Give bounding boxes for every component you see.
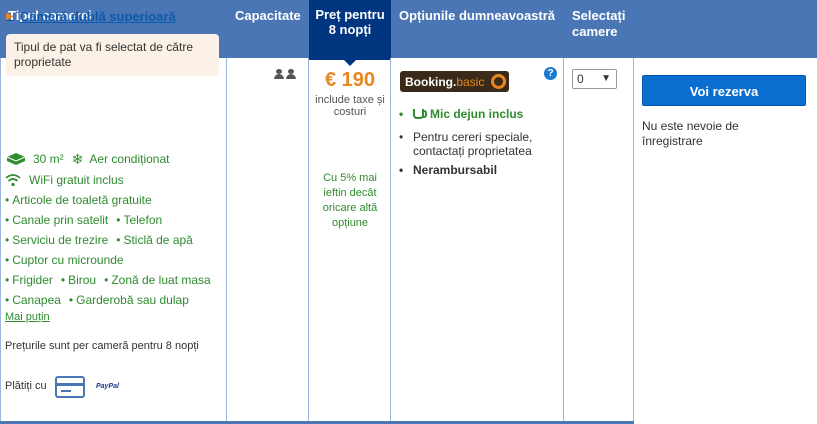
price-includes-note: include taxe și costuri <box>315 94 385 118</box>
air-conditioning-text: Aer condiționat <box>89 152 170 166</box>
header-price-label: Preț pentru 8 nopți <box>315 7 385 37</box>
col-select <box>564 58 634 424</box>
room-title-text[interactable]: Cameră dublă superioară <box>20 9 176 24</box>
header-capacity-label: Capacitate <box>235 8 301 23</box>
basic-badge-text: basic <box>456 74 485 89</box>
facility-item: Birou <box>61 270 96 290</box>
non-refundable-text: Nerambursabil <box>413 163 498 177</box>
pay-with-label: Plătiți cu <box>5 380 47 392</box>
paypal-logo-text: PayPal <box>96 383 119 390</box>
reserve-button[interactable]: Voi rezerva <box>642 75 806 106</box>
chevron-down-icon: ▼ <box>601 73 611 84</box>
header-blank <box>634 0 817 58</box>
facility-row: Serviciu de trezire Sticlă de apă <box>5 230 193 250</box>
header-capacity: Capacitate <box>227 0 309 58</box>
room-size-icon <box>6 153 26 165</box>
col-capacity <box>227 58 309 424</box>
person-icon <box>286 69 296 79</box>
booking-basic-badge: Booking. basic <box>400 71 509 92</box>
snowflake-icon: ❄ <box>71 151 84 167</box>
facility-item: Garderobă sau dulap <box>69 290 189 310</box>
room-size: 30 m² <box>5 149 64 169</box>
facility-item: Canale prin satelit <box>5 210 108 230</box>
facility-item: Serviciu de trezire <box>5 230 108 250</box>
facility-item: Canapea <box>5 290 61 310</box>
wifi-icon <box>5 174 21 187</box>
facility-item: Frigider <box>5 270 53 290</box>
facility-item: Articole de toaletă gratuite <box>5 190 151 210</box>
wifi: WiFi gratuit inclus <box>5 170 124 190</box>
person-icon <box>274 69 284 79</box>
facility-item: Sticlă de apă <box>116 230 192 250</box>
chevron-right-icon: ▶ <box>6 11 14 22</box>
prices-note: Prețurile sunt per cameră pentru 8 nopți <box>5 340 199 352</box>
header-select-label: Selectați camere <box>572 8 626 39</box>
facility-item: Telefon <box>116 210 162 230</box>
header-options: Opțiunile dumneavoastră <box>391 0 564 58</box>
coffee-cup-icon <box>413 109 427 119</box>
no-registration-note: Nu este nevoie de înregistrare <box>642 119 739 148</box>
paypal-logo: PayPal <box>96 383 119 390</box>
facility-row: Articole de toaletă gratuite <box>5 190 151 210</box>
room-size-ac-row: 30 m² ❄ Aer condiționat <box>5 149 169 169</box>
header-select: Selectați camere <box>564 0 634 58</box>
special-requests-text: Pentru cereri speciale, contactați propr… <box>413 130 533 158</box>
room-quantity-select[interactable]: 0 ▼ <box>572 69 617 89</box>
help-icon[interactable]: ? <box>544 67 557 80</box>
booking-badge-text: Booking. <box>405 74 457 89</box>
facility-row: Frigider Birou Zonă de luat masa <box>5 270 211 290</box>
facility-row: Cuptor cu microunde <box>5 250 123 270</box>
header-options-label: Opțiunile dumneavoastră <box>399 8 556 23</box>
price-cheaper-note: Cu 5% mai ieftin decât oricare altă opți… <box>322 172 378 229</box>
header-price: Preț pentru 8 nopți <box>309 0 391 66</box>
room-size-text: 30 m² <box>33 152 64 166</box>
bed-type-note: Tipul de pat va fi selectat de către pro… <box>6 34 219 76</box>
show-less-link[interactable]: Mai puțin <box>5 311 50 323</box>
wifi-text: WiFi gratuit inclus <box>29 173 124 187</box>
facility-item: Zonă de luat masa <box>104 270 210 290</box>
air-conditioning: ❄ Aer condiționat <box>72 149 170 169</box>
room-title-link[interactable]: ▶ Cameră dublă superioară <box>6 9 176 24</box>
facility-item: Cuptor cu microunde <box>5 250 123 270</box>
facility-row: Canale prin satelit Telefon <box>5 210 162 230</box>
badge-ring-icon <box>491 74 506 89</box>
credit-card-icon <box>55 376 85 398</box>
capacity-two-persons-icon <box>274 69 296 79</box>
room-table: Tipul camerei Capacitate Preț pentru 8 n… <box>0 0 817 424</box>
price-value: € 190 <box>324 69 376 91</box>
facility-row: Canapea Garderobă sau dulap <box>5 290 189 310</box>
room-quantity-value: 0 <box>577 72 584 86</box>
wifi-row: WiFi gratuit inclus <box>5 170 124 190</box>
breakfast-text: Mic dejun inclus <box>430 107 524 121</box>
